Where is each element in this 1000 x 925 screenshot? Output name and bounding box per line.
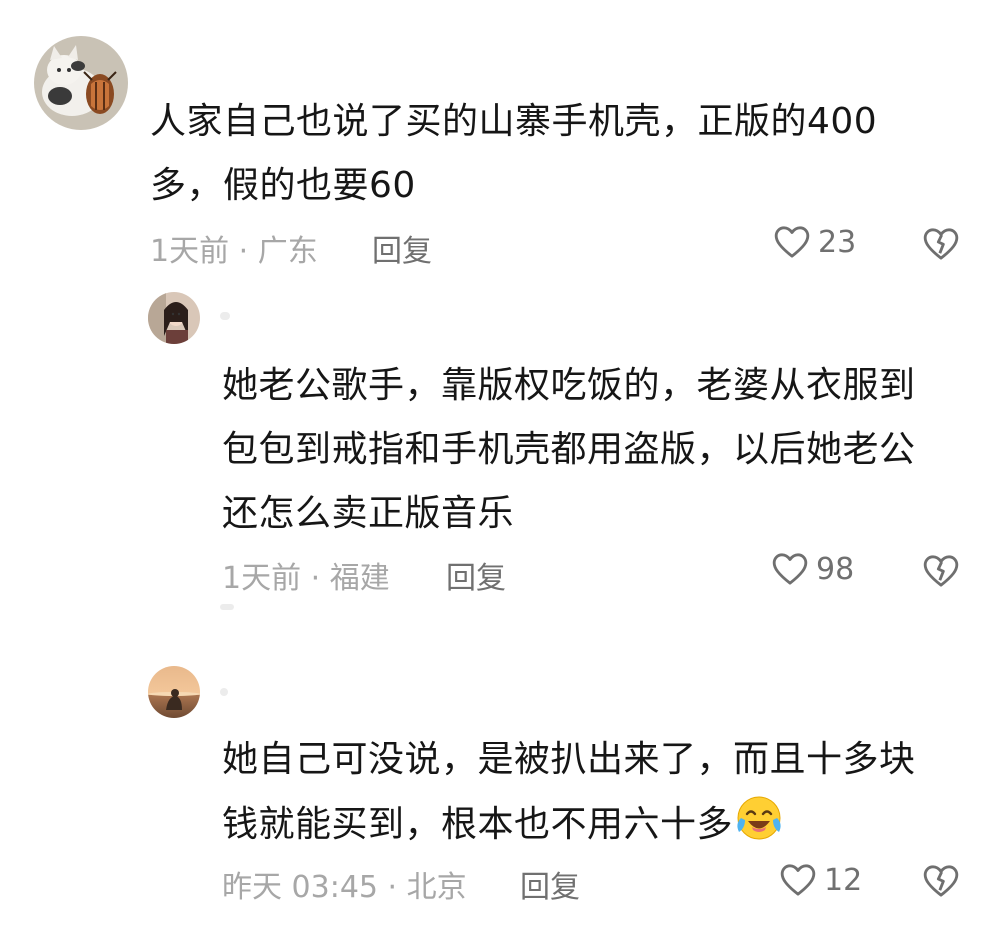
dislike-button[interactable] xyxy=(920,551,962,595)
broken-heart-icon xyxy=(923,555,959,587)
tears-of-joy-emoji xyxy=(737,796,781,840)
reply-button[interactable]: 回复 xyxy=(520,862,580,906)
comment-meta: 1天前 · 广东 xyxy=(150,234,318,269)
avatar[interactable] xyxy=(148,292,200,344)
comment-meta: 昨天 03:45 · 北京 xyxy=(222,870,467,905)
dislike-button[interactable] xyxy=(920,224,962,268)
sunset-avatar-image xyxy=(148,666,200,718)
comment-thread: 人家自己也说了买的山寨手机壳，正版的400 多，假的也要60 1天前 · 广东 … xyxy=(0,0,1000,925)
like-button[interactable]: 23 xyxy=(772,222,856,262)
comment-text: 她自己可没说，是被扒出来了，而且十多块 钱就能买到，根本也不用六十多 xyxy=(222,739,916,845)
username-placeholder xyxy=(220,688,228,696)
girl-avatar-image xyxy=(148,292,200,344)
username-placeholder xyxy=(220,312,230,320)
heart-outline-icon xyxy=(772,553,808,585)
like-count: 12 xyxy=(824,862,863,898)
like-button[interactable]: 12 xyxy=(778,860,862,900)
dislike-button[interactable] xyxy=(920,861,962,905)
like-count: 23 xyxy=(818,224,857,260)
like-button[interactable]: 98 xyxy=(770,549,854,589)
heart-outline-icon xyxy=(774,226,810,258)
comment-text: 人家自己也说了买的山寨手机壳，正版的400 多，假的也要60 xyxy=(150,101,878,206)
cat-beetle-avatar-image xyxy=(34,36,128,130)
broken-heart-icon xyxy=(923,865,959,897)
heart-outline-icon xyxy=(780,864,816,896)
broken-heart-icon xyxy=(923,228,959,260)
reply-button[interactable]: 回复 xyxy=(372,226,432,270)
like-count: 98 xyxy=(816,551,855,587)
avatar[interactable] xyxy=(34,36,128,130)
comment-text-line: 钱就能买到，根本也不用六十多 xyxy=(222,804,734,845)
reply-button[interactable]: 回复 xyxy=(446,553,506,597)
divider-ghost xyxy=(220,604,234,610)
avatar[interactable] xyxy=(148,666,200,718)
comment-meta: 1天前 · 福建 xyxy=(222,561,390,596)
comment-text: 她老公歌手，靠版权吃饭的，老婆从衣服到 包包到戒指和手机壳都用盗版，以后她老公 … xyxy=(222,365,916,534)
